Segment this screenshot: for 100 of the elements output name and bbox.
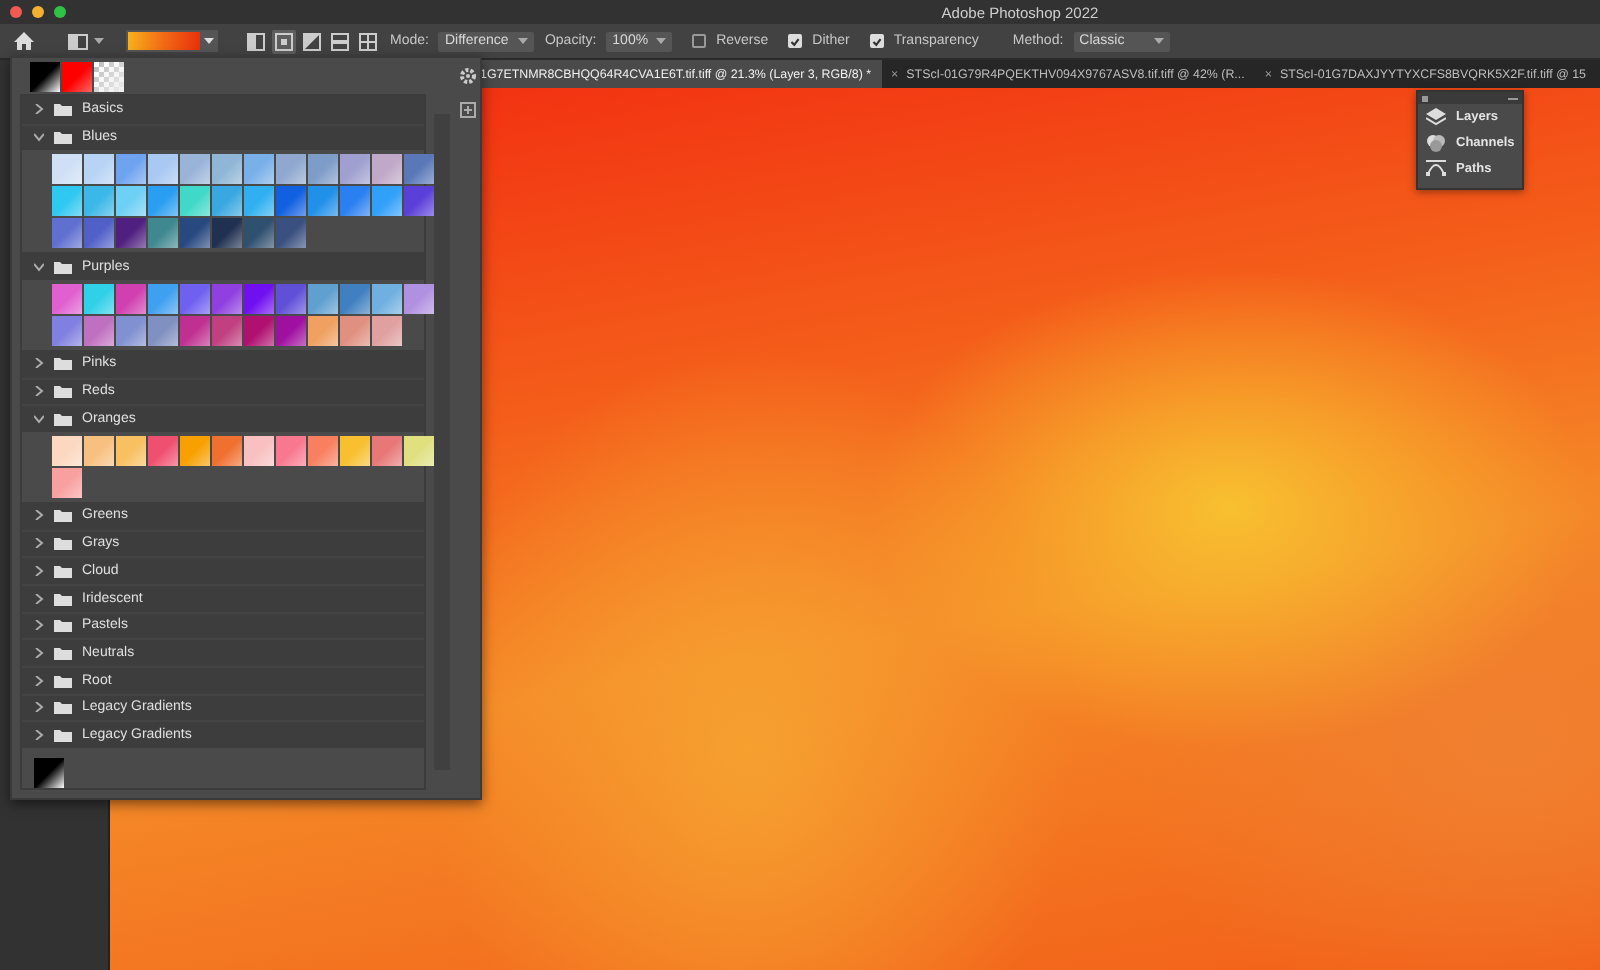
gradient-swatch[interactable]	[212, 283, 242, 314]
gradient-swatch[interactable]	[276, 186, 306, 217]
scrollbar[interactable]	[434, 114, 450, 770]
gradient-swatch[interactable]	[84, 435, 114, 466]
gradient-swatch[interactable]	[116, 283, 146, 314]
caret-icon	[1153, 38, 1164, 44]
linear-gradient-icon	[246, 31, 266, 51]
gradient-swatch[interactable]	[116, 315, 146, 346]
tool-preset-button[interactable]	[64, 29, 108, 53]
channels-icon	[1426, 134, 1446, 152]
caret-icon	[518, 38, 529, 44]
gradient-type-button[interactable]	[244, 29, 268, 53]
gradient-swatch[interactable]	[308, 154, 338, 185]
gradient-swatch[interactable]	[94, 62, 124, 92]
gradient-swatch[interactable]	[244, 315, 274, 346]
gradient-swatch[interactable]	[404, 435, 434, 466]
diamond-gradient-icon	[358, 31, 378, 51]
gradient-swatch[interactable]	[180, 154, 210, 185]
gradient-swatch[interactable]	[180, 315, 210, 346]
gradient-swatch[interactable]	[52, 315, 82, 346]
gradient-swatch[interactable]	[340, 154, 370, 185]
gradient-swatch[interactable]	[308, 315, 338, 346]
gradient-swatch[interactable]	[148, 154, 178, 185]
gradient-swatch[interactable]	[244, 435, 274, 466]
gradient-type-button[interactable]	[272, 29, 296, 53]
home-icon[interactable]	[14, 32, 34, 50]
gradient-swatch[interactable]	[308, 186, 338, 217]
gradient-swatch[interactable]	[30, 62, 60, 92]
caret-icon	[94, 38, 104, 44]
gradient-type-button[interactable]	[356, 29, 380, 53]
gradient-swatch[interactable]	[212, 435, 242, 466]
gradient-swatch[interactable]	[276, 154, 306, 185]
gradient-swatch[interactable]	[308, 283, 338, 314]
gradient-swatch[interactable]	[116, 218, 146, 249]
gradient-swatch[interactable]	[52, 218, 82, 249]
gradient-swatch[interactable]	[276, 315, 306, 346]
gradient-swatch[interactable]	[180, 435, 210, 466]
new-folder-icon[interactable]	[460, 102, 477, 118]
gradient-swatch[interactable]	[244, 218, 274, 249]
gradient-swatch[interactable]	[244, 186, 274, 217]
gradient-swatch[interactable]	[244, 154, 274, 185]
gradient-swatch[interactable]	[180, 186, 210, 217]
gradient-preview-swatch	[128, 32, 200, 50]
gradient-swatch[interactable]	[84, 186, 114, 217]
gradient-swatch[interactable]	[372, 186, 402, 217]
gradient-swatch[interactable]	[212, 186, 242, 217]
gradient-swatch[interactable]	[404, 154, 434, 185]
gradient-swatch[interactable]	[212, 154, 242, 185]
gradient-swatch[interactable]	[148, 435, 178, 466]
close-panel-button[interactable]	[1422, 95, 1428, 101]
close-window-button[interactable]	[10, 6, 22, 18]
gradient-swatch[interactable]	[34, 757, 64, 788]
gradient-swatch[interactable]	[52, 467, 82, 498]
paths-icon	[1426, 160, 1446, 178]
gradient-swatch[interactable]	[372, 435, 402, 466]
gradient-swatch[interactable]	[52, 435, 82, 466]
gradient-swatch[interactable]	[116, 154, 146, 185]
gradient-swatch[interactable]	[276, 435, 306, 466]
gradient-type-button[interactable]	[328, 29, 352, 53]
gradient-swatch[interactable]	[276, 218, 306, 249]
gradient-swatch[interactable]	[372, 283, 402, 314]
gradient-preview-button[interactable]	[126, 30, 218, 52]
gradient-swatch[interactable]	[84, 154, 114, 185]
gradient-swatch[interactable]	[148, 315, 178, 346]
gradient-swatch[interactable]	[212, 315, 242, 346]
gradient-swatch[interactable]	[372, 154, 402, 185]
gradient-swatch[interactable]	[372, 315, 402, 346]
gradient-swatch[interactable]	[148, 186, 178, 217]
gradient-swatch[interactable]	[84, 218, 114, 249]
gradient-swatch[interactable]	[52, 154, 82, 185]
gradient-swatch[interactable]	[148, 218, 178, 249]
checkbox[interactable]	[869, 34, 884, 48]
gradient-swatch[interactable]	[244, 283, 274, 314]
gradient-swatch[interactable]	[148, 283, 178, 314]
gradient-swatch[interactable]	[276, 283, 306, 314]
gradient-swatch[interactable]	[180, 218, 210, 249]
settings-icon[interactable]	[460, 68, 477, 84]
gradient-swatch[interactable]	[340, 283, 370, 314]
gradient-swatch[interactable]	[340, 435, 370, 466]
gradient-swatch[interactable]	[52, 283, 82, 314]
checkbox[interactable]	[788, 34, 803, 48]
radial-gradient-icon	[274, 31, 294, 51]
gradient-swatch[interactable]	[212, 218, 242, 249]
gradient-swatch[interactable]	[308, 435, 338, 466]
checkbox[interactable]	[692, 34, 707, 48]
minimize-window-button[interactable]	[32, 6, 44, 18]
gradient-swatch[interactable]	[340, 186, 370, 217]
gradient-swatch[interactable]	[116, 435, 146, 466]
gradient-swatch[interactable]	[404, 283, 434, 314]
gradient-swatch[interactable]	[52, 186, 82, 217]
reflected-gradient-icon	[330, 31, 350, 51]
gradient-swatch[interactable]	[62, 62, 92, 92]
gradient-swatch[interactable]	[116, 186, 146, 217]
gradient-swatch[interactable]	[340, 315, 370, 346]
gradient-swatch[interactable]	[84, 315, 114, 346]
gradient-swatch[interactable]	[180, 283, 210, 314]
gradient-type-button[interactable]	[300, 29, 324, 53]
zoom-window-button[interactable]	[54, 6, 66, 18]
gradient-swatch[interactable]	[84, 283, 114, 314]
gradient-swatch[interactable]	[404, 186, 434, 217]
